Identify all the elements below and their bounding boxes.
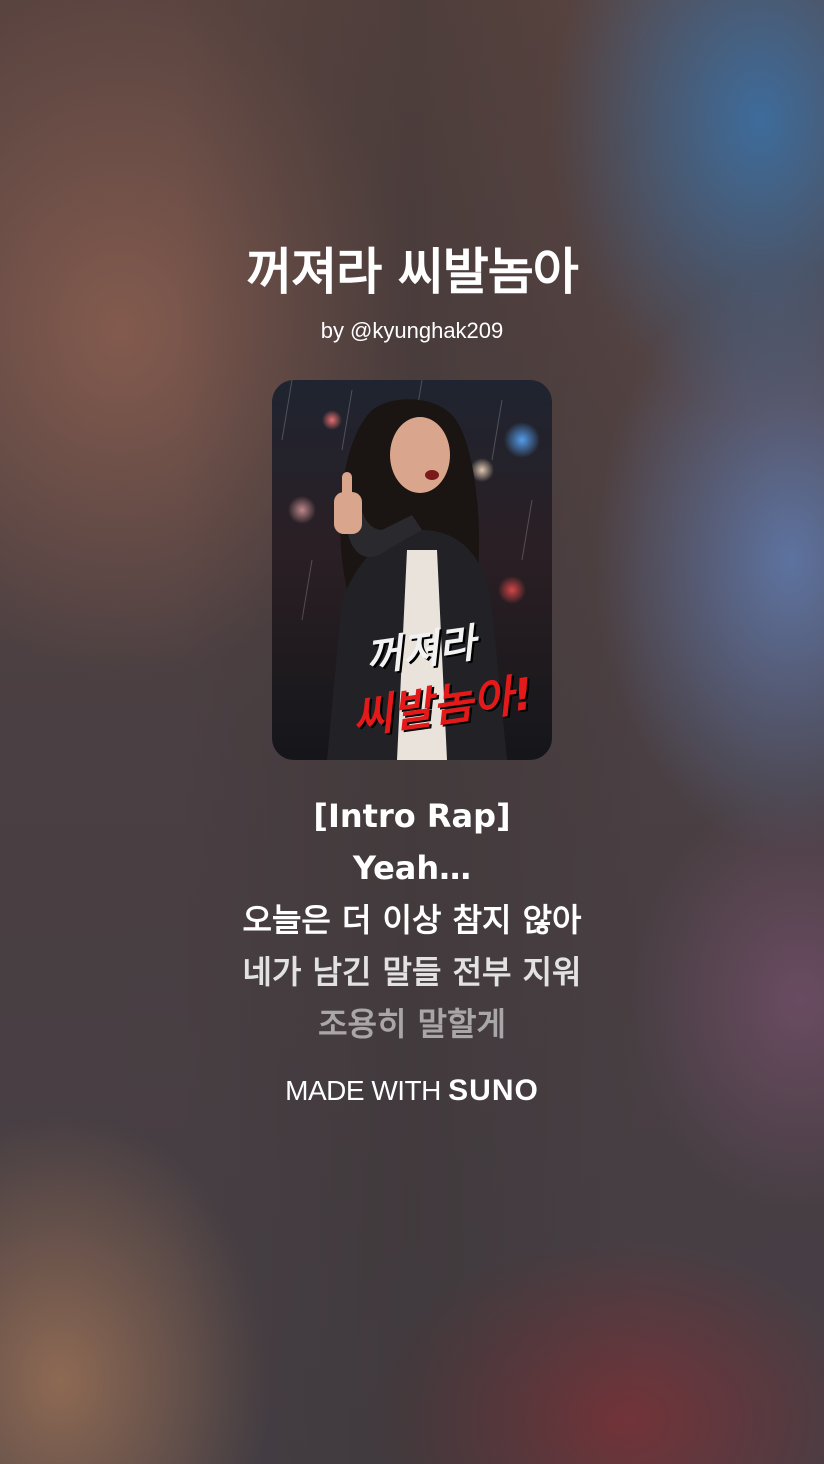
suno-logo: SUNO xyxy=(448,1074,539,1107)
lyrics-block: [Intro Rap] Yeah… 오늘은 더 이상 참지 않아 네가 남긴 말… xyxy=(0,790,824,1050)
lyric-line: [Intro Rap] xyxy=(313,797,511,835)
song-title: 꺼져라 씨발놈아 xyxy=(246,243,578,301)
lyric-line: 오늘은 더 이상 참지 않아 xyxy=(242,901,582,939)
lyric-line: Yeah… xyxy=(352,849,472,887)
lyric-line: 네가 남긴 말들 전부 지워 xyxy=(242,953,582,991)
made-with-label: MADE WITH xyxy=(285,1075,441,1106)
cover-art[interactable]: 꺼져라 씨발놈아! xyxy=(272,380,552,760)
artist-handle[interactable]: by @kyunghak209 xyxy=(0,318,824,344)
share-card: 꺼져라 씨발놈아 by @kyunghak209 꺼져라 씨발놈아! [Intr… xyxy=(0,0,824,1464)
made-with-suno-badge[interactable]: MADE WITH SUNO xyxy=(0,1074,824,1108)
lyric-line: 조용히 말할게 xyxy=(318,1005,506,1043)
